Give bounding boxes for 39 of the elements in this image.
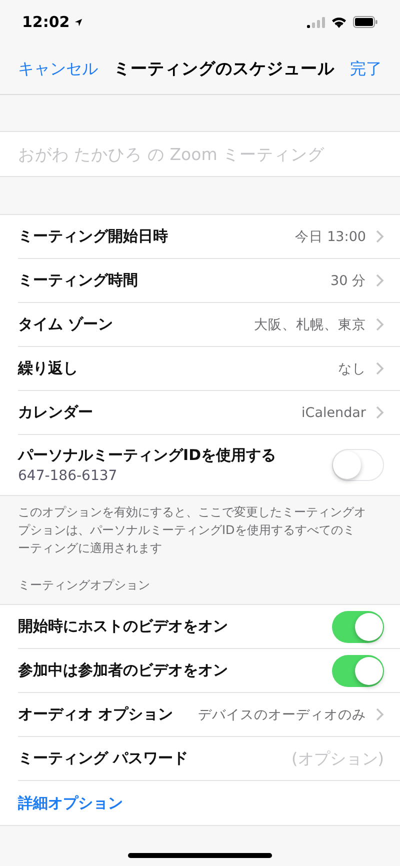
- advanced-options-link[interactable]: 詳細オプション: [18, 794, 123, 812]
- chevron-icon: [376, 708, 384, 721]
- row-label: ミーティング開始日時: [18, 227, 168, 246]
- row-value: 30 分: [330, 272, 366, 290]
- row-label: タイム ゾーン: [18, 315, 114, 334]
- row-label: オーディオ オプション: [18, 705, 174, 724]
- nav-title: ミーティングのスケジュール: [114, 58, 334, 80]
- toggle-switch[interactable]: [332, 654, 384, 686]
- meeting-id: 647-186-6137: [18, 468, 118, 484]
- toggle-switch[interactable]: [332, 449, 384, 481]
- row-label: ミーティング時間: [18, 271, 138, 290]
- battery-icon: [353, 16, 378, 28]
- chevron-icon: [376, 318, 384, 331]
- row-value: 今日 13:00: [294, 228, 366, 246]
- row-label: 参加中は参加者のビデオをオン: [18, 661, 229, 680]
- status-time: 12:02: [22, 13, 70, 31]
- location-arrow-icon: [74, 18, 83, 26]
- wifi-icon: [331, 16, 347, 28]
- footer-note: このオプションを有効にすると、ここで変更したミーティングオプションは、パーソナルミーティングIDを使用するすべてのミーティングに適用されます: [17, 504, 367, 557]
- signal-icon: [307, 16, 325, 28]
- section-header: ミーティングオプション: [17, 577, 151, 594]
- topic-field[interactable]: おがわ たかひろ の Zoom ミーティング: [0, 131, 400, 177]
- password-field[interactable]: (オプション): [198, 749, 384, 768]
- row-value: デバイスのオーディオのみ: [197, 706, 366, 724]
- row-label: 開始時にホストのビデオをオン: [18, 617, 229, 636]
- chevron-icon: [376, 406, 384, 419]
- row-label: パーソナルミーティングIDを使用する: [18, 446, 278, 465]
- toggle-switch[interactable]: [332, 610, 384, 642]
- row-label: カレンダー: [18, 403, 93, 422]
- row-value: 大阪、札幌、東京: [253, 316, 366, 334]
- row-value: なし: [337, 360, 366, 378]
- row-label: 繰り返し: [18, 359, 78, 378]
- done-button[interactable]: 完了: [350, 58, 382, 80]
- chevron-icon: [376, 230, 384, 243]
- row-value: iCalendar: [300, 404, 366, 420]
- chevron-icon: [376, 362, 384, 375]
- chevron-icon: [376, 274, 384, 287]
- cancel-button[interactable]: キャンセル: [18, 58, 98, 80]
- row-label: ミーティング パスワード: [18, 749, 188, 768]
